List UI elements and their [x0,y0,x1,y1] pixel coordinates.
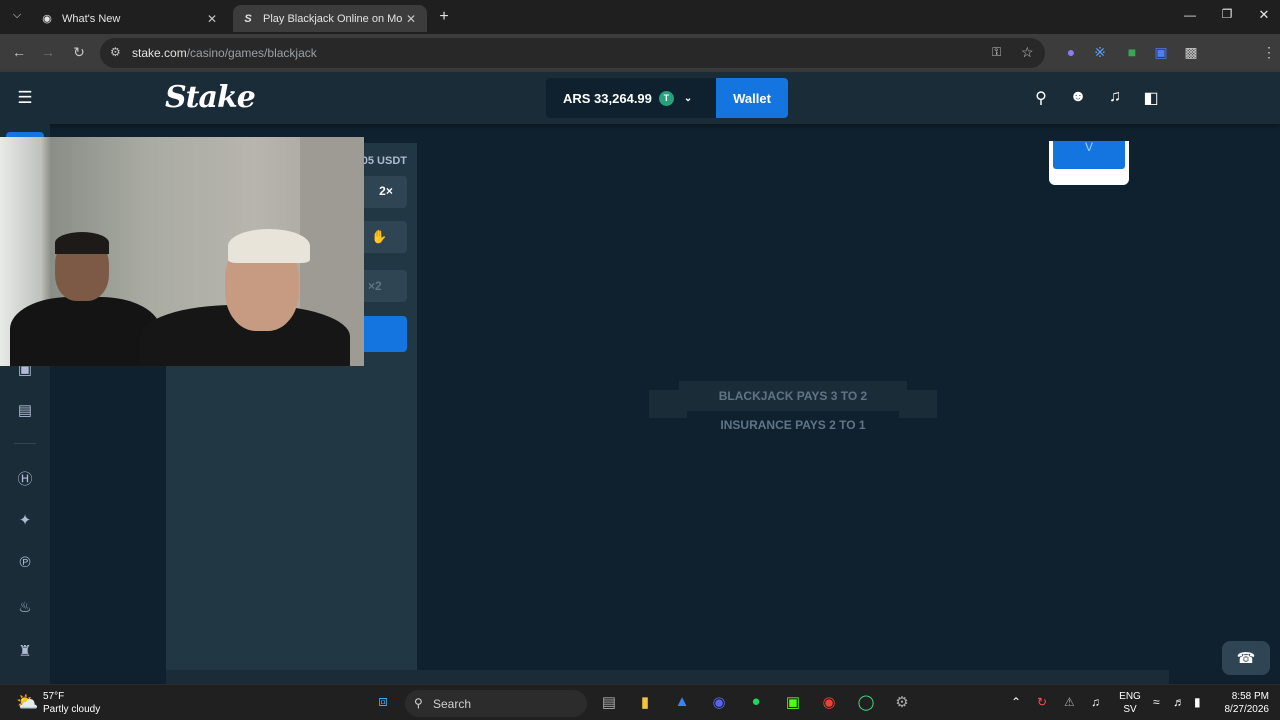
sidebar-divider [14,443,36,444]
wallet-button[interactable]: Wallet [716,78,788,118]
browser-toolbar: ← → ↻ ⚙ stake.com/casino/games/blackjack… [0,34,1280,96]
notifications-bell-icon[interactable]: ♫ [1105,88,1125,108]
forward-arrow-icon[interactable]: → [37,44,59,60]
blog-document-icon[interactable]: ▤ [15,401,35,421]
muted-bell-icon[interactable]: ⚠ [1064,695,1075,709]
url-text: stake.com/casino/games/blackjack [132,46,317,60]
split-label: ×2 [368,279,382,293]
show-hidden-icons-icon[interactable]: ⌃ [1011,695,1021,709]
app-circle-icon[interactable]: ◯ [855,693,877,713]
card-back: V [1053,141,1125,169]
extension-audio-icon[interactable]: ※ [1089,44,1111,61]
balance-selector[interactable]: ARS 33,264.99 T ⌄ [546,78,716,118]
kick-icon[interactable]: ▣ [782,693,804,713]
bet-amount-label: 05 USDT [361,155,407,167]
windows-start-icon[interactable]: ⧈ [372,693,394,713]
reload-icon[interactable]: ↻ [68,44,90,61]
browser-tab-bar: ⌵ ◉ What's New ✕ S Play Blackjack Online… [0,0,1280,34]
extension-icon[interactable]: ● [1060,44,1082,60]
double-bet-button[interactable]: 2× [365,176,407,206]
webcam-person-left-body [10,297,160,366]
user-icon[interactable]: ☻ [1068,88,1088,108]
vip-club-icon[interactable]: ♜ [15,642,35,662]
language-indicator[interactable]: ENG SV [1114,690,1146,716]
weather-condition: Partly cloudy [43,704,101,715]
microphone-icon[interactable]: ♫ [1091,695,1100,709]
search-icon[interactable]: ⚲ [1031,88,1051,108]
clock-time: 8:58 PM [1231,691,1269,702]
blackjack-table: V BLACKJACK PAYS 3 TO 2 INSURANCE PAYS 2… [417,141,1169,670]
insurance-pays-text: INSURANCE PAYS 2 TO 1 [720,418,866,432]
battery-icon[interactable]: ▮ [1194,695,1201,709]
discord-icon[interactable]: ◉ [708,693,730,713]
search-placeholder: Search [433,696,472,711]
tab-title: Play Blackjack Online on Mobile [263,12,403,25]
close-tab-icon[interactable]: ✕ [204,12,220,26]
browser-menu-icon[interactable]: ⋮ [1258,44,1280,61]
usdt-coin-icon: T [658,90,674,106]
spotify-icon[interactable]: ● [745,693,767,713]
extensions-puzzle-icon[interactable]: ▩ [1180,44,1202,61]
address-bar[interactable]: ⚙ stake.com/casino/games/blackjack ⚿ ☆ [100,38,1045,68]
task-view-icon[interactable]: ▤ [598,693,620,713]
volume-icon[interactable]: ♬ [1173,695,1185,709]
search-icon: ⚲ [414,696,423,710]
promotions-icon[interactable]: ℗ [15,554,35,574]
language-code: ENG [1119,691,1141,702]
tab-blackjack[interactable]: S Play Blackjack Online on Mobile ✕ [233,5,427,32]
blackjack-pays-ribbon: BLACKJACK PAYS 3 TO 2 [679,381,907,411]
keyboard-layout: SV [1123,704,1137,715]
password-key-icon[interactable]: ⚿ [992,45,1001,60]
clock-date: 8/27/2026 [1224,704,1270,715]
settings-gear-icon[interactable]: ⚙ [891,693,913,713]
taskbar-search[interactable]: ⚲ Search [405,690,587,717]
windows-taskbar: ⛅ 57°F Partly cloudy ⧈ ⚲ Search ▤ ▮ ▲ ◉ … [0,684,1280,720]
bookmark-star-icon[interactable]: ☆ [1021,44,1034,61]
weather-widget[interactable]: 57°F Partly cloudy [43,690,100,716]
extension-z-icon[interactable]: ▣ [1150,44,1172,61]
tab-search-chevron-icon[interactable]: ⌵ [8,9,26,22]
webcam-person-left-hair [55,232,109,254]
webcam-person-right-cap [228,229,310,263]
sparkles-icon[interactable]: ✦ [15,511,35,531]
webcam-overlay [0,137,364,366]
chrome-icon: ◉ [42,13,52,25]
chat-panel-icon[interactable]: ◧ [1141,88,1161,108]
app-icon[interactable]: ▲ [671,693,693,713]
system-clock[interactable]: 8:58 PM 8/27/2026 [1217,690,1270,716]
stake-favicon-icon: S [244,12,252,25]
file-explorer-icon[interactable]: ▮ [634,693,656,713]
close-tab-icon[interactable]: ✕ [403,12,419,26]
fire-icon[interactable]: ♨ [15,598,35,618]
menu-hamburger-icon[interactable]: ☰ [15,88,35,108]
live-support-headset-icon[interactable]: ☎ [1222,641,1270,675]
stake-s-icon[interactable]: Ⓗ [15,468,35,488]
tab-whats-new[interactable]: ◉ What's New ✕ [32,5,228,32]
extension-no-icon[interactable]: ■ [1121,44,1143,60]
deck-card: V [1049,141,1129,185]
new-tab-button[interactable]: + [435,8,453,26]
back-arrow-icon[interactable]: ← [8,44,30,60]
weather-partly-cloudy-icon[interactable]: ⛅ [16,692,38,713]
balance-amount: ARS 33,264.99 [563,90,652,106]
minimize-window-button[interactable]: — [1181,8,1199,22]
wifi-icon[interactable]: ≈ [1153,695,1160,709]
close-window-button[interactable]: ✕ [1255,7,1273,23]
chevron-down-icon: ⌄ [683,92,693,104]
temperature: 57°F [43,691,65,702]
game-footer-strip [166,670,1169,684]
site-header: ☰ Stake ARS 33,264.99 T ⌄ Wallet ⚲ ☻ ♫ ◧ [0,72,1280,124]
restore-window-button[interactable]: ❐ [1218,7,1236,21]
sync-icon[interactable]: ↻ [1037,695,1047,709]
site-info-icon[interactable]: ⚙ [110,45,121,59]
chrome-icon[interactable]: ◉ [818,693,840,713]
hand-icon: ✋ [371,229,388,244]
stake-logo[interactable]: Stake [165,80,256,115]
tab-title: What's New [62,12,121,25]
